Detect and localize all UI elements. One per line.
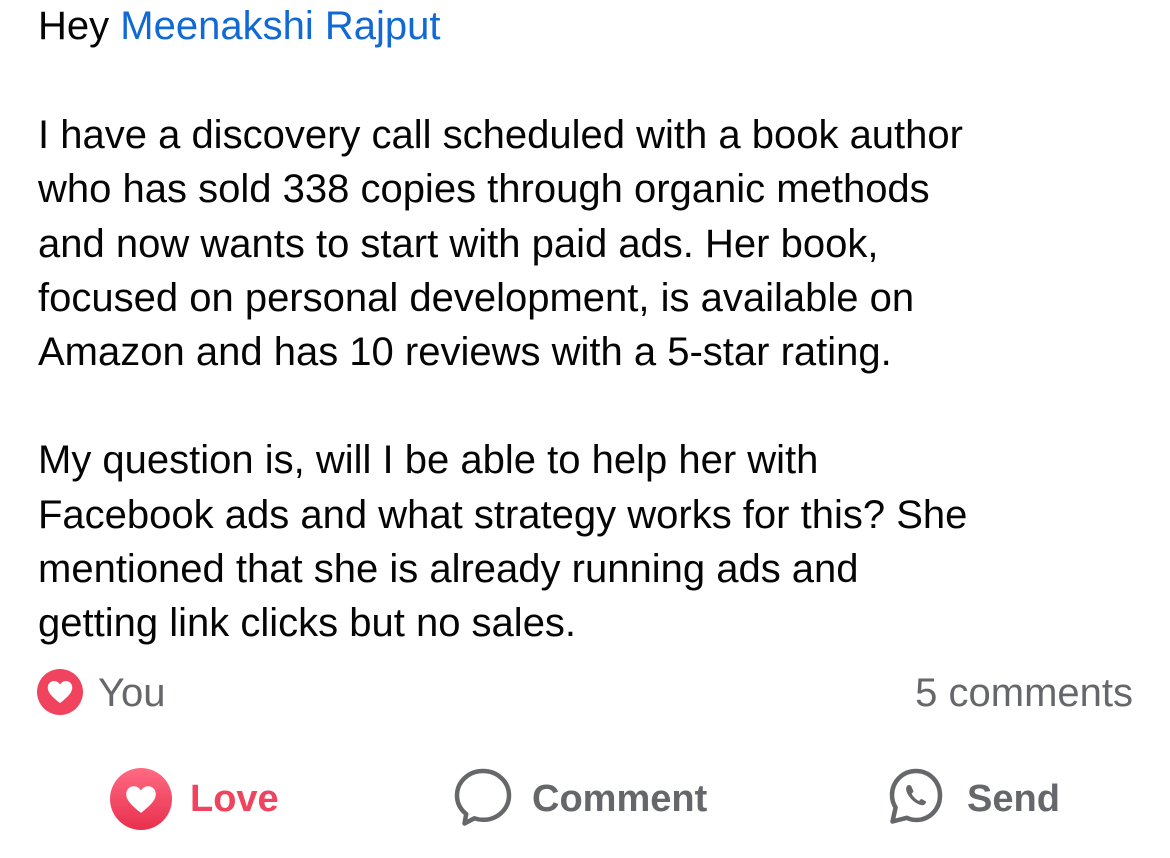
text-line: and now wants to start with paid ads. He…: [38, 221, 879, 266]
post-paragraph-2: My question is, will I be able to help h…: [38, 433, 1138, 650]
mention-link[interactable]: Meenakshi Rajput: [120, 4, 440, 48]
text-line: focused on personal development, is avai…: [38, 275, 915, 320]
send-button-label: Send: [967, 778, 1060, 820]
love-button[interactable]: Love: [110, 766, 279, 832]
reactions-summary[interactable]: You 5 comments: [37, 666, 1133, 720]
love-button-label: Love: [190, 778, 279, 820]
send-button[interactable]: Send: [887, 766, 1060, 832]
text-line: who has sold 338 copies through organic …: [38, 167, 930, 212]
text-line: I have a discovery call scheduled with a…: [38, 113, 963, 157]
greeting-prefix: Hey: [38, 4, 110, 48]
post-body: Hey Meenakshi Rajput I have a discovery …: [38, 0, 1138, 651]
comment-button[interactable]: Comment: [452, 766, 707, 832]
comment-count-link[interactable]: 5 comments: [915, 666, 1133, 720]
comment-bubble-icon: [452, 766, 514, 833]
whatsapp-icon: [887, 766, 945, 833]
heart-icon: [37, 669, 83, 715]
text-line: Amazon and has 10 reviews with a 5-star …: [38, 330, 892, 375]
greeting-line: Hey Meenakshi Rajput: [38, 1, 1138, 51]
comment-button-label: Comment: [532, 778, 708, 820]
text-line: getting link clicks but no sales.: [38, 601, 577, 646]
post-paragraph-1: I have a discovery call scheduled with a…: [38, 108, 1138, 379]
text-line: mentioned that she is already running ad…: [38, 547, 859, 592]
reaction-owner-label: You: [98, 671, 166, 715]
text-line: My question is, will I be able to help h…: [38, 438, 819, 483]
heart-icon: [110, 768, 172, 830]
text-line: Facebook ads and what strategy works for…: [38, 492, 968, 537]
action-bar: Love Comment Send: [0, 766, 1170, 832]
